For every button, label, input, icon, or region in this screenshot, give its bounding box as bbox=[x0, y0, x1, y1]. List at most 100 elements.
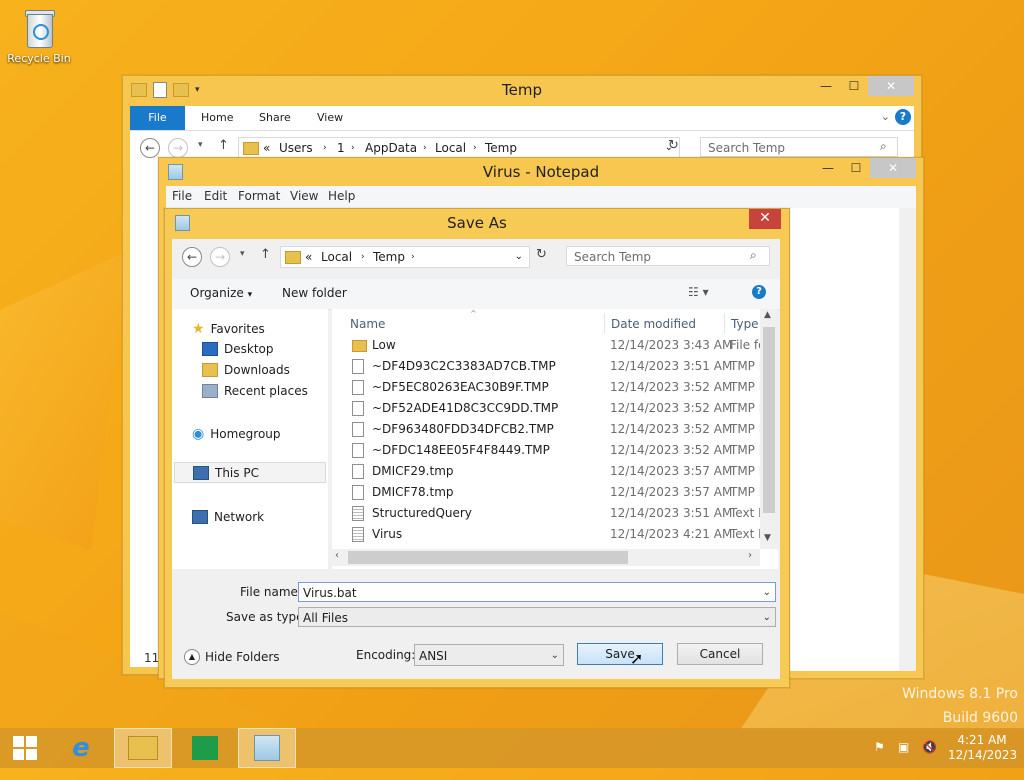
nav-desktop[interactable]: Desktop bbox=[202, 342, 274, 356]
list-item[interactable]: StructuredQuery 12/14/2023 3:51 AMText Do… bbox=[332, 503, 764, 524]
help-icon[interactable]: ? bbox=[752, 285, 766, 299]
chevron-down-icon[interactable]: ⌄ bbox=[515, 247, 523, 267]
volume-muted-icon[interactable]: 🔇 bbox=[922, 740, 937, 780]
menu-view[interactable]: View bbox=[290, 189, 318, 203]
nav-favorites[interactable]: ★ Favorites bbox=[192, 321, 265, 337]
close-icon[interactable]: ✕ bbox=[749, 209, 781, 229]
list-item[interactable]: ~DF963480FDD34DFCB2.TMP 12/14/2023 3:52 A… bbox=[332, 419, 764, 440]
crumb-local[interactable]: Local bbox=[435, 138, 466, 158]
forward-icon[interactable]: → bbox=[168, 138, 188, 158]
address-overflow[interactable]: « bbox=[305, 247, 312, 267]
refresh-icon[interactable]: ↻ bbox=[536, 247, 547, 262]
desktop-icon-recycle-bin[interactable]: Recycle Bin bbox=[6, 8, 72, 65]
scroll-thumb[interactable] bbox=[348, 551, 628, 564]
cancel-button[interactable]: Cancel bbox=[677, 643, 763, 665]
minimize-icon[interactable]: — bbox=[814, 158, 842, 178]
taskbar-store[interactable] bbox=[176, 728, 234, 768]
crumb-1[interactable]: 1 bbox=[337, 138, 345, 158]
crumb-users[interactable]: Users bbox=[279, 138, 313, 158]
list-item[interactable]: DMICF78.tmp 12/14/2023 3:57 AMTMP File bbox=[332, 482, 764, 503]
taskbar-internet-explorer[interactable]: e bbox=[52, 728, 110, 768]
list-item[interactable]: Low 12/14/2023 3:43 AMFile folder bbox=[332, 335, 764, 356]
maximize-icon[interactable]: ☐ bbox=[842, 158, 870, 178]
up-icon[interactable]: ↑ bbox=[260, 247, 271, 262]
crumb-temp[interactable]: Temp bbox=[373, 247, 405, 267]
chevron-down-icon[interactable]: ⌄ bbox=[763, 608, 771, 628]
vertical-scrollbar[interactable]: ▲ ▼ bbox=[760, 309, 778, 549]
scroll-thumb[interactable] bbox=[763, 327, 775, 513]
menu-file[interactable]: File bbox=[172, 189, 192, 203]
chevron-right-icon[interactable]: › bbox=[473, 138, 477, 158]
network-icon[interactable]: ▣ bbox=[898, 740, 909, 780]
chevron-right-icon[interactable]: › bbox=[423, 138, 427, 158]
action-center-flag-icon[interactable]: ⚑ bbox=[874, 740, 885, 780]
nav-homegroup[interactable]: ◉ Homegroup bbox=[192, 426, 281, 442]
menu-edit[interactable]: Edit bbox=[204, 189, 227, 203]
column-name[interactable]: Name bbox=[350, 317, 385, 331]
horizontal-scrollbar[interactable]: ‹ › bbox=[332, 549, 760, 566]
close-icon[interactable]: ✕ bbox=[870, 158, 916, 178]
chevron-down-icon[interactable]: ⌄ bbox=[763, 583, 771, 603]
close-icon[interactable]: ✕ bbox=[868, 76, 914, 96]
save-as-type-select[interactable]: All Files ⌄ bbox=[298, 607, 776, 627]
save-button[interactable]: Save bbox=[577, 643, 663, 665]
recent-locations-icon[interactable]: ▾ bbox=[240, 249, 245, 259]
nav-downloads[interactable]: Downloads bbox=[202, 363, 290, 377]
crumb-temp[interactable]: Temp bbox=[485, 138, 517, 158]
filename-input[interactable]: Virus.bat ⌄ bbox=[298, 582, 776, 602]
vertical-scrollbar[interactable] bbox=[899, 208, 916, 671]
list-item[interactable]: DMICF29.tmp 12/14/2023 3:57 AMTMP File bbox=[332, 461, 764, 482]
chevron-right-icon[interactable]: › bbox=[351, 138, 355, 158]
tab-share[interactable]: Share bbox=[259, 106, 291, 130]
column-type[interactable]: Type bbox=[731, 317, 759, 331]
minimize-icon[interactable]: — bbox=[812, 76, 840, 96]
new-folder-button[interactable]: New folder bbox=[282, 286, 347, 300]
view-options-icon[interactable]: ☷ ▾ bbox=[688, 285, 709, 299]
address-overflow[interactable]: « bbox=[263, 138, 270, 158]
list-item[interactable]: ~DF5EC80263EAC30B9F.TMP 12/14/2023 3:52 A… bbox=[332, 377, 764, 398]
crumb-local[interactable]: Local bbox=[321, 247, 352, 267]
scroll-left-icon[interactable]: ‹ bbox=[335, 550, 339, 561]
list-item[interactable]: ~DF52ADE41D8C3CC9DD.TMP 12/14/2023 3:52 A… bbox=[332, 398, 764, 419]
encoding-select[interactable]: ANSI ⌄ bbox=[414, 644, 564, 666]
nav-recent-places[interactable]: Recent places bbox=[202, 384, 308, 398]
up-icon[interactable]: ↑ bbox=[218, 138, 229, 153]
search-input[interactable]: Search Temp bbox=[566, 246, 770, 266]
start-button[interactable] bbox=[0, 728, 50, 768]
hide-folders-button[interactable]: ▲ Hide Folders bbox=[184, 649, 280, 665]
chevron-right-icon[interactable]: › bbox=[411, 247, 415, 267]
chevron-right-icon[interactable]: › bbox=[361, 247, 365, 267]
menu-help[interactable]: Help bbox=[328, 189, 355, 203]
back-icon[interactable]: ← bbox=[140, 138, 160, 158]
list-item[interactable]: Virus 12/14/2023 4:21 AMText Document bbox=[332, 524, 764, 545]
refresh-icon[interactable]: ↻ bbox=[668, 138, 679, 153]
search-icon[interactable]: ⌕ bbox=[880, 139, 887, 154]
recent-locations-icon[interactable]: ▾ bbox=[198, 140, 203, 150]
crumb-appdata[interactable]: AppData bbox=[365, 138, 417, 158]
scroll-up-icon[interactable]: ▲ bbox=[764, 310, 771, 320]
chevron-right-icon[interactable]: › bbox=[323, 138, 327, 158]
maximize-icon[interactable]: ☐ bbox=[840, 76, 868, 96]
scroll-down-icon[interactable]: ▼ bbox=[764, 533, 771, 543]
search-icon[interactable]: ⌕ bbox=[750, 248, 757, 263]
tab-file[interactable]: File bbox=[130, 106, 185, 130]
menu-format[interactable]: Format bbox=[238, 189, 280, 203]
address-bar[interactable]: « Local › Temp › ⌄ bbox=[280, 246, 530, 268]
taskbar-file-explorer[interactable] bbox=[114, 728, 172, 768]
clock[interactable]: 4:21 AM 12/14/2023 bbox=[948, 733, 1017, 773]
nav-network[interactable]: Network bbox=[192, 510, 264, 524]
expand-ribbon-icon[interactable]: ⌄ bbox=[881, 110, 890, 123]
search-input[interactable]: Search Temp bbox=[700, 137, 898, 157]
chevron-down-icon[interactable]: ⌄ bbox=[551, 645, 559, 667]
taskbar-notepad[interactable] bbox=[238, 728, 296, 768]
forward-icon[interactable]: → bbox=[210, 247, 230, 267]
help-icon[interactable]: ? bbox=[895, 109, 911, 125]
scroll-right-icon[interactable]: › bbox=[748, 550, 752, 561]
tab-home[interactable]: Home bbox=[201, 106, 233, 130]
nav-this-pc[interactable]: This PC bbox=[174, 462, 326, 483]
address-bar[interactable]: « Users › 1 › AppData › Local › Temp ⌄ bbox=[238, 137, 680, 159]
tab-view[interactable]: View bbox=[317, 106, 343, 130]
list-item[interactable]: ~DF4D93C2C3383AD7CB.TMP 12/14/2023 3:51 A… bbox=[332, 356, 764, 377]
list-item[interactable]: ~DFDC148EE05F4F8449.TMP 12/14/2023 3:52 A… bbox=[332, 440, 764, 461]
back-icon[interactable]: ← bbox=[182, 247, 202, 267]
